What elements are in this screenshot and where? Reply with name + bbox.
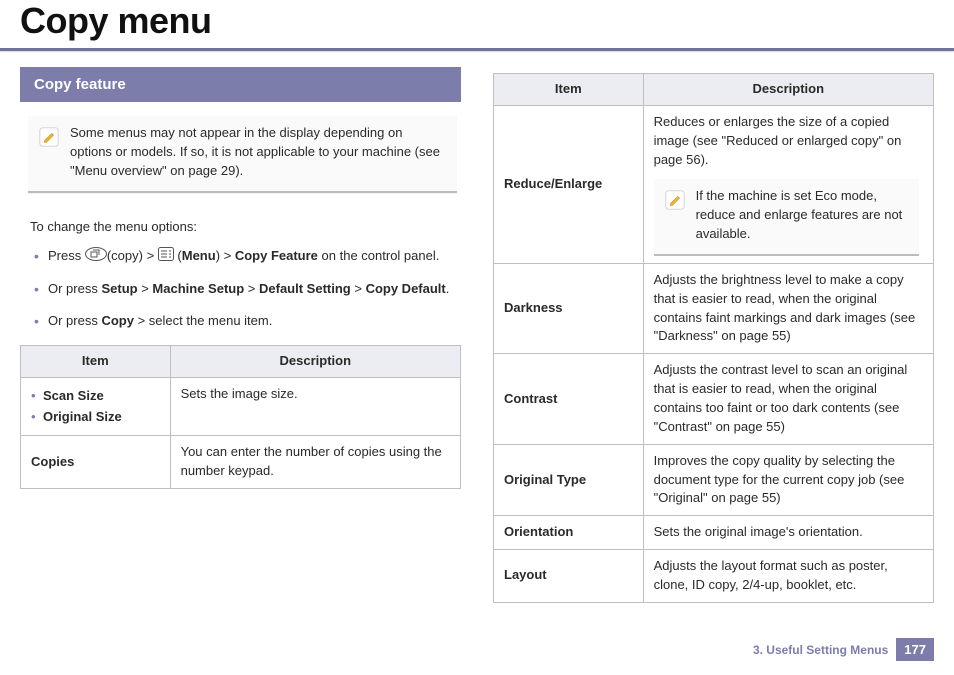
eco-note: If the machine is set Eco mode, reduce a… — [654, 179, 919, 256]
eco-note-text: If the machine is set Eco mode, reduce a… — [696, 188, 903, 241]
table-row: Darkness Adjusts the brightness level to… — [494, 263, 934, 353]
copy-button-icon — [85, 247, 107, 267]
menu-button-icon — [158, 247, 174, 267]
left-column: Copy feature Some menus may not appear i… — [20, 67, 461, 603]
steps-list: Press (copy) > (Menu) > Copy Feature on … — [20, 246, 461, 331]
desc-text: Reduces or enlarges the size of a copied… — [654, 114, 902, 167]
text-fragment: (copy) > — [107, 248, 158, 263]
pencil-note-icon — [664, 189, 686, 211]
text-menu: Menu — [182, 248, 216, 263]
step-1: Press (copy) > (Menu) > Copy Feature on … — [48, 246, 461, 267]
cell-item: Scan Size Original Size — [21, 377, 171, 436]
cell-desc: Reduces or enlarges the size of a copied… — [643, 105, 933, 263]
cell-desc: Sets the image size. — [170, 377, 460, 436]
text-setup: Setup — [101, 281, 137, 296]
text-fragment: Press — [48, 248, 85, 263]
cell-desc: Adjusts the layout format such as poster… — [643, 550, 933, 603]
intro-text: To change the menu options: — [30, 217, 451, 237]
cell-desc: Adjusts the contrast level to scan an or… — [643, 354, 933, 444]
table-row: Scan Size Original Size Sets the image s… — [21, 377, 461, 436]
text-copy-feature: Copy Feature — [235, 248, 318, 263]
text-fragment: Or press — [48, 313, 101, 328]
table-row: Copies You can enter the number of copie… — [21, 436, 461, 489]
chapter-label: 3. Useful Setting Menus — [753, 643, 888, 657]
step-2: Or press Setup > Machine Setup > Default… — [48, 279, 461, 299]
scan-size-label: Scan Size — [43, 388, 104, 403]
cell-item: Contrast — [494, 354, 644, 444]
original-size-label: Original Size — [43, 409, 122, 424]
info-note-text: Some menus may not appear in the display… — [70, 125, 440, 178]
cell-desc: Sets the original image's orientation. — [643, 516, 933, 550]
page-number: 177 — [896, 638, 934, 661]
text-fragment: > select the menu item. — [134, 313, 272, 328]
cell-item: Layout — [494, 550, 644, 603]
text-fragment: > — [351, 281, 366, 296]
text-copy: Copy — [101, 313, 134, 328]
text-copy-default: Copy Default — [366, 281, 446, 296]
header-description: Description — [170, 345, 460, 377]
cell-item: Original Type — [494, 444, 644, 516]
text-fragment: ( — [174, 248, 182, 263]
info-note-top: Some menus may not appear in the display… — [28, 116, 457, 193]
cell-item: Darkness — [494, 263, 644, 353]
cell-item: Orientation — [494, 516, 644, 550]
table-row: Contrast Adjusts the contrast level to s… — [494, 354, 934, 444]
text-fragment: > — [138, 281, 153, 296]
header-item: Item — [21, 345, 171, 377]
header-description: Description — [643, 74, 933, 106]
table-row: Orientation Sets the original image's or… — [494, 516, 934, 550]
page-footer: 3. Useful Setting Menus 177 — [753, 638, 934, 661]
table-header-row: Item Description — [21, 345, 461, 377]
text-default-setting: Default Setting — [259, 281, 351, 296]
step-3: Or press Copy > select the menu item. — [48, 311, 461, 331]
cell-item: Copies — [21, 436, 171, 489]
pencil-note-icon — [38, 126, 60, 148]
right-column: Item Description Reduce/Enlarge Reduces … — [493, 67, 934, 603]
table-row: Original Type Improves the copy quality … — [494, 444, 934, 516]
cell-desc: Adjusts the brightness level to make a c… — [643, 263, 933, 353]
right-table: Item Description Reduce/Enlarge Reduces … — [493, 73, 934, 603]
table-row: Reduce/Enlarge Reduces or enlarges the s… — [494, 105, 934, 263]
section-header-copy-feature: Copy feature — [20, 67, 461, 102]
table-header-row: Item Description — [494, 74, 934, 106]
table-row: Layout Adjusts the layout format such as… — [494, 550, 934, 603]
cell-desc: Improves the copy quality by selecting t… — [643, 444, 933, 516]
cell-desc: You can enter the number of copies using… — [170, 436, 460, 489]
header-item: Item — [494, 74, 644, 106]
cell-item: Reduce/Enlarge — [494, 105, 644, 263]
text-fragment: on the control panel. — [318, 248, 439, 263]
text-fragment: Or press — [48, 281, 101, 296]
left-table: Item Description Scan Size Original Size… — [20, 345, 461, 489]
text-machine-setup: Machine Setup — [152, 281, 244, 296]
text-fragment: > — [244, 281, 259, 296]
text-fragment: . — [446, 281, 450, 296]
page-title: Copy menu — [20, 0, 934, 42]
text-fragment: ) > — [216, 248, 235, 263]
